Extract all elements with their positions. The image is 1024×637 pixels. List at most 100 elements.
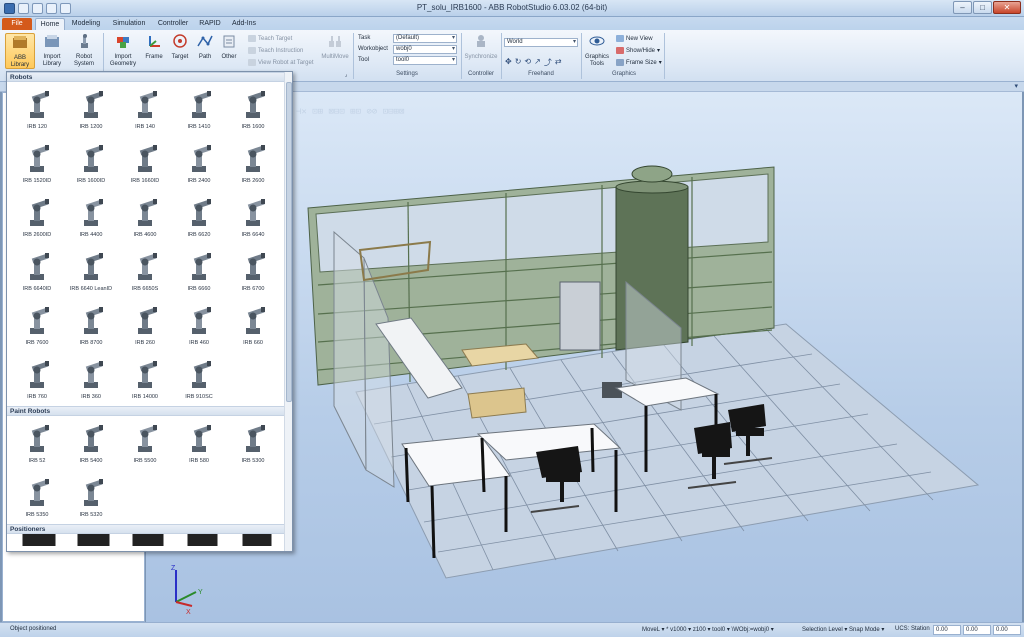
gallery-robot-item[interactable]: IRB 8700 xyxy=(64,298,118,352)
gallery-robot-label: IRB 5500 xyxy=(133,458,157,464)
gallery-robot-item[interactable]: IRB 120 xyxy=(10,82,64,136)
gallery-robot-item[interactable]: IRB 910SC xyxy=(172,352,226,406)
gallery-robot-item[interactable]: IRB 6640ID xyxy=(10,244,64,298)
gallery-robot-item[interactable]: IRB 360 xyxy=(64,352,118,406)
other-button[interactable]: Other xyxy=(217,33,241,69)
gallery-robot-label: IRB 2400 xyxy=(187,178,211,184)
gallery-robot-label: IRB 2600ID xyxy=(22,232,52,238)
gallery-robot-item[interactable]: IRB 5350 xyxy=(10,470,64,524)
synchronize-label: Synchronize xyxy=(464,54,498,60)
abb-library-gallery[interactable]: Robots IRB 120 IRB 1200 IRB 140 IRB 1410 IRB … xyxy=(6,71,293,552)
import-geometry-icon xyxy=(117,37,129,48)
jog-joint-icon[interactable]: ⟲ xyxy=(524,57,531,68)
gallery-robot-item[interactable]: IRB 6620 xyxy=(172,190,226,244)
gallery-robot-item[interactable]: IRB 1200 xyxy=(64,82,118,136)
robot-thumbnail-icon xyxy=(84,361,103,388)
gallery-robot-item[interactable]: IRB 5320 xyxy=(64,470,118,524)
gallery-robot-item[interactable]: IRB 7600 xyxy=(10,298,64,352)
gallery-robot-item[interactable]: IRB 1410 xyxy=(172,82,226,136)
gallery-scrollbar[interactable] xyxy=(284,72,292,551)
teach-instruction-button[interactable]: Teach Instruction xyxy=(248,47,303,54)
task-combo[interactable]: (Default) xyxy=(393,34,457,43)
robot-thumbnail-icon xyxy=(84,307,103,334)
gallery-robot-item[interactable]: IRB 660 xyxy=(226,298,280,352)
path-button[interactable]: Path xyxy=(193,33,217,69)
gallery-robot-label: IRB 1520ID xyxy=(22,178,52,184)
tab-modeling[interactable]: Modeling xyxy=(68,18,104,30)
gallery-robot-item[interactable]: IRB 52 xyxy=(10,416,64,470)
gallery-robot-item[interactable]: IRB 6660 xyxy=(172,244,226,298)
tab-file[interactable]: File xyxy=(2,18,32,30)
gallery-robot-item[interactable]: IRB 6700 xyxy=(226,244,280,298)
workobject-combo[interactable]: wobj0 xyxy=(393,45,457,54)
jog-rotate-icon[interactable]: ↻ xyxy=(515,57,522,68)
import-library-button[interactable]: Import Library xyxy=(37,33,67,69)
teach-target-button[interactable]: Teach Target xyxy=(248,35,292,42)
frame-button[interactable]: Frame xyxy=(141,33,167,69)
gallery-robot-item[interactable]: IRB 5400 xyxy=(64,416,118,470)
positioner-thumbnails[interactable] xyxy=(7,534,292,546)
frame-size-button[interactable]: Frame Size ▾ xyxy=(616,59,662,66)
import-geometry-button[interactable]: Import Geometry xyxy=(106,33,140,69)
gallery-robot-item[interactable]: IRB 140 xyxy=(118,82,172,136)
gallery-robot-item[interactable]: IRB 6640 xyxy=(226,190,280,244)
new-view-button[interactable]: New View xyxy=(616,35,653,42)
gallery-robot-item[interactable]: IRB 1600 xyxy=(226,82,280,136)
gallery-robot-item[interactable]: IRB 1660ID xyxy=(118,136,172,190)
gallery-robot-item[interactable]: IRB 6640 LeanID xyxy=(64,244,118,298)
gallery-robot-item[interactable]: IRB 14000 xyxy=(118,352,172,406)
jog-reorient-icon[interactable]: ⤴ xyxy=(544,57,552,68)
gallery-robot-label: IRB 360 xyxy=(81,394,101,400)
instruction-template[interactable]: MoveL ▾ * v1000 ▾ z100 ▾ tool0 ▾ \WObj:=… xyxy=(642,626,774,633)
tool-combo[interactable]: tool0 xyxy=(393,56,457,65)
minimize-button[interactable]: – xyxy=(953,1,972,14)
coord-x-field[interactable]: 0.00 xyxy=(933,625,961,635)
tab-add-ins[interactable]: Add-Ins xyxy=(228,18,260,30)
gallery-robot-label: IRB 6700 xyxy=(241,286,265,292)
jog-move-icon[interactable]: ✥ xyxy=(505,57,512,68)
tab-rapid[interactable]: RAPID xyxy=(196,18,224,30)
multimove-button[interactable]: MultiMove xyxy=(318,33,352,69)
jog-linear-icon[interactable]: ↗ xyxy=(534,57,541,68)
gallery-robot-item[interactable]: IRB 2600ID xyxy=(10,190,64,244)
graphics-tools-button[interactable]: Graphics Tools xyxy=(583,33,611,69)
gallery-robot-item[interactable]: IRB 1520ID xyxy=(10,136,64,190)
gallery-robot-item[interactable]: IRB 5500 xyxy=(118,416,172,470)
gallery-robot-label: IRB 120 xyxy=(27,124,47,130)
gallery-robot-item[interactable]: IRB 460 xyxy=(172,298,226,352)
selection-snap-mode[interactable]: Selection Level ▾ Snap Mode ▾ xyxy=(802,626,884,633)
robot-system-button[interactable]: Robot System xyxy=(69,33,99,69)
abb-library-button[interactable]: ABB Library xyxy=(5,33,35,69)
coord-z-field[interactable]: 0.00 xyxy=(993,625,1021,635)
tab-home[interactable]: Home xyxy=(35,18,65,30)
tab-controller[interactable]: Controller xyxy=(153,18,193,30)
gallery-robot-item[interactable]: IRB 2600 xyxy=(226,136,280,190)
close-button[interactable]: ✕ xyxy=(993,1,1021,14)
synchronize-button[interactable]: Synchronize xyxy=(463,33,499,69)
gallery-robot-item[interactable]: IRB 580 xyxy=(172,416,226,470)
irb-1600-robot[interactable] xyxy=(559,281,601,351)
gallery-robot-item[interactable]: IRB 760 xyxy=(10,352,64,406)
maximize-button[interactable]: □ xyxy=(973,1,992,14)
gallery-robot-item[interactable]: IRB 260 xyxy=(118,298,172,352)
gallery-robot-item[interactable]: IRB 5300 xyxy=(226,416,280,470)
reference-frame-combo[interactable]: World xyxy=(504,38,578,47)
gallery-section-header: Positioners xyxy=(7,524,292,534)
ucs-label[interactable]: UCS: Station xyxy=(895,626,930,632)
coord-y-field[interactable]: 0.00 xyxy=(963,625,991,635)
gallery-robot-item[interactable]: IRB 4600 xyxy=(118,190,172,244)
gallery-robot-item[interactable]: IRB 2400 xyxy=(172,136,226,190)
gallery-robot-item[interactable]: IRB 1600ID xyxy=(64,136,118,190)
robot-thumbnail-icon xyxy=(246,253,265,280)
tab-simulation[interactable]: Simulation xyxy=(108,18,150,30)
gallery-robot-label: IRB 2600 xyxy=(241,178,265,184)
gallery-scroll-thumb[interactable] xyxy=(286,82,292,402)
gallery-robot-item[interactable]: IRB 4400 xyxy=(64,190,118,244)
show-hide-button[interactable]: Show/Hide ▾ xyxy=(616,47,660,54)
minimize-ribbon-icon[interactable]: ▾ xyxy=(1014,82,1018,90)
gallery-robot-item[interactable]: IRB 6650S xyxy=(118,244,172,298)
multirobot-jog-icon[interactable]: ⇄ xyxy=(555,57,562,68)
view-robot-at-target-button[interactable]: View Robot at Target xyxy=(248,59,313,66)
target-button[interactable]: Target xyxy=(167,33,193,69)
gallery-robot-label: IRB 140 xyxy=(135,124,155,130)
